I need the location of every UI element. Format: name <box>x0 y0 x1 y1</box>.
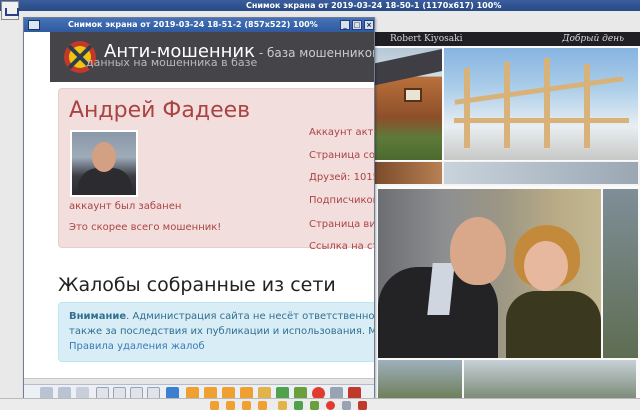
outer-folder-icon[interactable] <box>278 401 287 410</box>
inner-window-title: Снимок экрана от 2019-03-24 18-51-2 (857… <box>24 18 374 32</box>
background-photo-collage: Robert Kiyosaki Добрый день <box>372 32 640 398</box>
avatar[interactable] <box>70 130 138 197</box>
complaints-heading: Жалобы собранные из сети <box>58 274 336 296</box>
close-button[interactable]: × <box>364 20 374 30</box>
stat-followers: Подписчиков: <box>309 195 375 206</box>
background-site-header-accent: Добрый день <box>562 34 624 44</box>
side-photo <box>603 189 638 358</box>
outer-print-icon[interactable] <box>310 401 319 410</box>
outer-flip-vertical-icon[interactable] <box>258 401 267 410</box>
stat-friends: Друзей: 1015 <box>309 172 375 183</box>
outer-delete-icon[interactable] <box>326 401 335 410</box>
site-header: Анти-мошенник - база мошенников № 1 данн… <box>24 32 374 90</box>
alert-line-1: Внимание. Администрация сайта не несёт о… <box>69 311 375 322</box>
inner-viewer-window: Снимок экрана от 2019-03-24 18-51-2 (857… <box>23 17 375 401</box>
alert-line-2: также за последствия их публикации и исп… <box>69 326 374 337</box>
site-tagline: данных на мошенника в базе <box>86 56 258 69</box>
app-menu-icon[interactable] <box>1 1 19 20</box>
alert-bold: Внимание <box>69 311 127 322</box>
minimize-button[interactable]: _ <box>340 20 350 30</box>
timber-frame-photo <box>444 48 638 160</box>
info-alert: Внимание. Администрация сайта не несёт о… <box>58 302 375 362</box>
removal-rules-link[interactable]: Правила удаления жалоб <box>69 341 205 352</box>
background-site-header-text: Robert Kiyosaki <box>390 34 463 44</box>
maximize-button[interactable]: □ <box>352 20 362 30</box>
outer-properties-icon[interactable] <box>342 401 351 410</box>
stat-page-views: Страница вид <box>309 219 374 230</box>
stat-page-created: Страница соз <box>309 150 375 161</box>
fraud-warning: Это скорее всего мошенник! <box>69 222 222 233</box>
inner-window-title-text: Снимок экрана от 2019-03-24 18-51-2 (857… <box>68 20 318 29</box>
log-cabin-photo <box>374 48 442 160</box>
bottom-photo-1 <box>378 360 462 398</box>
outer-save-icon[interactable] <box>294 401 303 410</box>
site-subtitle: - база мошенников № 1 <box>258 46 375 60</box>
outer-rotate-right-icon[interactable] <box>226 401 235 410</box>
outer-flip-icon[interactable] <box>242 401 251 410</box>
strip-photo-1 <box>374 162 442 184</box>
couple-photo <box>378 189 601 358</box>
stat-link[interactable]: Ссылка на ст <box>309 241 374 252</box>
bottom-photo-2 <box>464 360 636 398</box>
banned-status: аккаунт был забанен <box>69 201 182 212</box>
alert-line-1-text: . Администрация сайта не несёт ответстве… <box>126 311 375 322</box>
background-site-header: Robert Kiyosaki Добрый день <box>372 32 640 46</box>
strip-photo-2 <box>444 162 638 184</box>
outer-viewer-toolbar <box>0 398 640 410</box>
image-viewer-icon <box>28 20 40 30</box>
profile-card: Андрей Фадеев аккаунт был забанен Это ск… <box>58 88 375 252</box>
outer-window-title: Снимок экрана от 2019-03-24 18-50-1 (117… <box>0 0 640 11</box>
outer-rotate-icon[interactable] <box>210 401 219 410</box>
outer-exit-icon[interactable] <box>358 401 367 410</box>
stat-account: Аккаунт акти <box>309 127 375 138</box>
profile-name: Андрей Фадеев <box>69 98 251 123</box>
